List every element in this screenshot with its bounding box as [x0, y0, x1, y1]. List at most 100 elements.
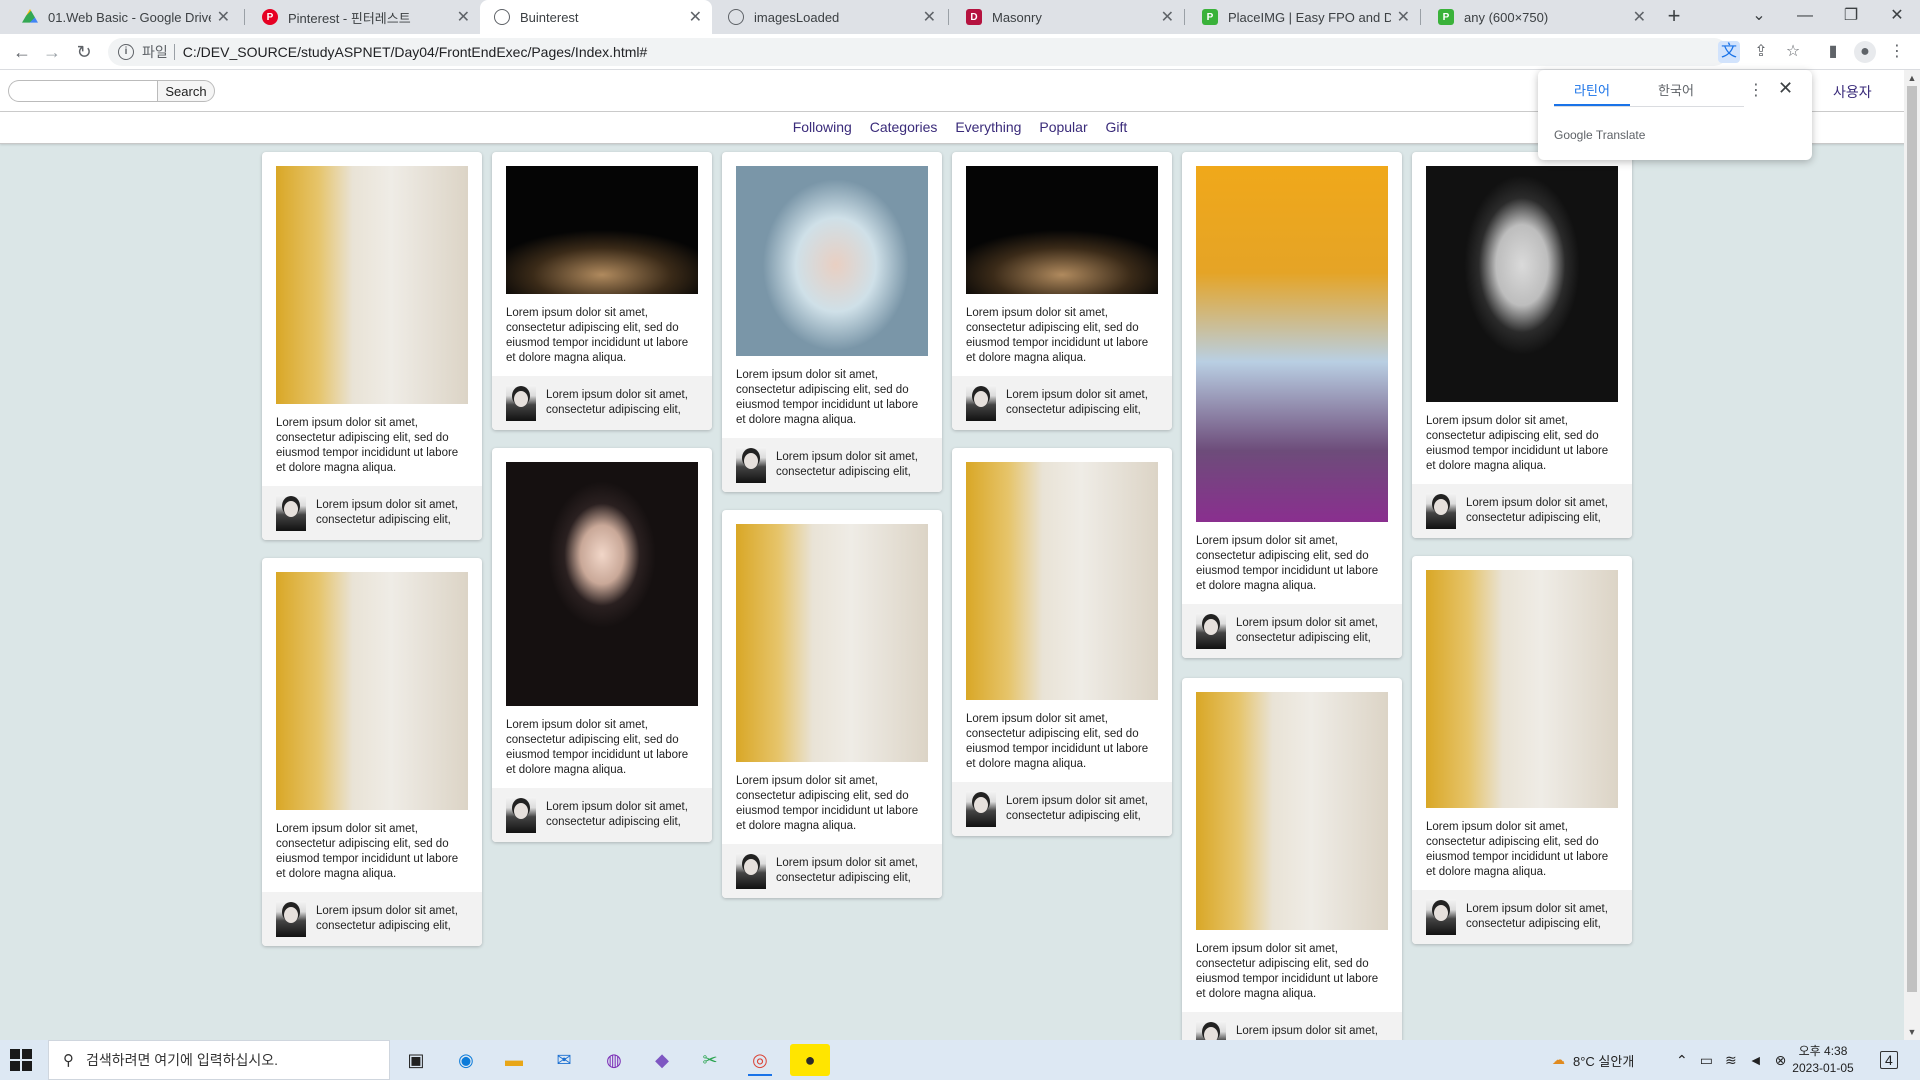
file-explorer-icon[interactable]: ▬ — [494, 1044, 534, 1076]
autumn-walk-photo[interactable] — [1426, 570, 1618, 808]
close-icon[interactable]: ✕ — [1161, 7, 1174, 27]
new-tab-button[interactable]: + — [1660, 4, 1688, 30]
menu-icon[interactable]: ⋮ — [1886, 41, 1908, 63]
pin-card[interactable]: Lorem ipsum dolor sit amet, consectetur … — [492, 448, 712, 842]
pin-card[interactable]: Lorem ipsum dolor sit amet, consectetur … — [1412, 556, 1632, 944]
tab-title: Pinterest - 핀터레스트 — [288, 10, 411, 26]
close-icon[interactable]: ✕ — [1633, 7, 1646, 27]
info-icon[interactable]: i — [118, 44, 134, 60]
translate-icon[interactable]: 文 — [1718, 41, 1740, 63]
edge-icon[interactable]: ◉ — [446, 1044, 486, 1076]
weather-widget[interactable]: ☁ 8°C 실안개 — [1552, 1040, 1634, 1080]
pin-card[interactable]: Lorem ipsum dolor sit amet, consectetur … — [722, 152, 942, 492]
share-icon[interactable]: ⇪ — [1750, 41, 1772, 63]
reload-button[interactable]: ↻ — [72, 40, 96, 64]
scroll-up-arrow[interactable]: ▲ — [1904, 70, 1920, 86]
autumn-walk-photo[interactable] — [966, 462, 1158, 700]
pin-card[interactable]: Lorem ipsum dolor sit amet, consectetur … — [722, 510, 942, 898]
wifi-icon[interactable]: ≋ — [1725, 1052, 1737, 1069]
pin-description: Lorem ipsum dolor sit amet, consectetur … — [1426, 821, 1609, 878]
scroll-down-arrow[interactable]: ▼ — [1904, 1024, 1920, 1040]
tab-masonry[interactable]: D Masonry ✕ — [952, 0, 1184, 34]
url-text[interactable]: C:/DEV_SOURCE/studyASPNET/Day04/FrontEnd… — [183, 44, 648, 60]
autumn-walk-photo[interactable] — [736, 524, 928, 762]
avatar — [276, 495, 306, 531]
paint-icon[interactable]: ✂ — [690, 1044, 730, 1076]
clock-time: 오후 4:38 — [1798, 1044, 1848, 1058]
tab-buinterest[interactable]: Buinterest ✕ — [480, 0, 712, 34]
tab-imagesloaded[interactable]: imagesLoaded ✕ — [714, 0, 946, 34]
pin-card[interactable]: Lorem ipsum dolor sit amet, consectetur … — [262, 152, 482, 540]
user-link[interactable]: 사용자 — [1833, 82, 1872, 102]
autumn-walk-photo[interactable] — [276, 166, 468, 404]
nav-categories[interactable]: Categories — [870, 119, 938, 135]
forward-button[interactable]: → — [40, 40, 64, 64]
autumn-walk-photo[interactable] — [276, 572, 468, 810]
search-input[interactable] — [8, 80, 158, 102]
bookmark-star-icon[interactable]: ☆ — [1782, 41, 1804, 63]
tab-pinterest[interactable]: P Pinterest - 핀터레스트 ✕ — [248, 0, 480, 34]
nav-everything[interactable]: Everything — [955, 119, 1021, 135]
taskbar-search-placeholder: 검색하려면 여기에 입력하십시오. — [86, 1052, 278, 1068]
tab-placeimg[interactable]: P PlaceIMG | Easy FPO and Dumm ✕ — [1188, 0, 1420, 34]
close-icon[interactable]: ✕ — [689, 7, 702, 27]
night-bicycle-photo[interactable] — [966, 166, 1158, 294]
pin-card[interactable]: Lorem ipsum dolor sit amet, consectetur … — [1182, 152, 1402, 658]
close-window-button[interactable]: ✕ — [1874, 0, 1920, 34]
nav-popular[interactable]: Popular — [1039, 119, 1087, 135]
target-language-tab[interactable]: 한국어 — [1636, 80, 1716, 106]
pin-card[interactable]: Lorem ipsum dolor sit amet, consectetur … — [1182, 678, 1402, 1066]
mail-icon[interactable]: ✉ — [544, 1044, 584, 1076]
address-bar[interactable]: i 파일 C:/DEV_SOURCE/studyASPNET/Day04/Fro… — [108, 38, 1728, 66]
search-button[interactable]: Search — [157, 80, 215, 102]
kakaotalk-icon[interactable]: ● — [790, 1044, 830, 1076]
bw-portrait-photo[interactable] — [1426, 166, 1618, 402]
more-options-icon[interactable]: ⋮ — [1748, 80, 1764, 100]
dark-hair-portrait-photo[interactable] — [506, 462, 698, 706]
app-icon[interactable]: ◍ — [594, 1044, 634, 1076]
back-button[interactable]: ← — [10, 40, 34, 64]
visual-studio-icon[interactable]: ◆ — [642, 1044, 682, 1076]
pin-footer: Lorem ipsum dolor sit amet, consectetur … — [262, 892, 482, 946]
pin-footer: Lorem ipsum dolor sit amet, consectetur … — [492, 376, 712, 430]
chrome-icon[interactable]: ◎ — [740, 1044, 780, 1076]
pin-card[interactable]: Lorem ipsum dolor sit amet, consectetur … — [952, 448, 1172, 836]
source-language-tab[interactable]: 라틴어 — [1554, 80, 1630, 106]
taskbar: ⚲ 검색하려면 여기에 입력하십시오. ▣ ◉ ▬ ✉ ◍ ◆ ✂ ◎ ● ☁ … — [0, 1040, 1920, 1080]
pin-card[interactable]: Lorem ipsum dolor sit amet, consectetur … — [952, 152, 1172, 430]
windows-start-button[interactable] — [10, 1049, 32, 1071]
tab-search-button[interactable]: ⌄ — [1736, 0, 1782, 34]
pin-card[interactable]: Lorem ipsum dolor sit amet, consectetur … — [1412, 152, 1632, 538]
close-icon[interactable]: ✕ — [923, 7, 936, 27]
night-bicycle-photo[interactable] — [506, 166, 698, 294]
tab-google-drive[interactable]: 01.Web Basic - Google Drive ✕ — [8, 0, 240, 34]
pin-card[interactable]: Lorem ipsum dolor sit amet, consectetur … — [262, 558, 482, 946]
profile-icon[interactable]: ● — [1854, 41, 1876, 63]
minimize-button[interactable]: — — [1782, 0, 1828, 34]
chevron-up-icon[interactable]: ⌃ — [1676, 1052, 1688, 1069]
tab-placeimg-any[interactable]: P any (600×750) ✕ — [1424, 0, 1656, 34]
restore-button[interactable]: ❐ — [1828, 0, 1874, 34]
scrollbar-thumb[interactable] — [1907, 86, 1917, 992]
blonde-portrait-photo[interactable] — [736, 166, 928, 356]
notification-icon[interactable]: 4 — [1880, 1040, 1898, 1080]
avatar — [966, 385, 996, 421]
pin-card[interactable]: Lorem ipsum dolor sit amet, consectetur … — [492, 152, 712, 430]
clock[interactable]: 오후 4:38 2023-01-05 — [1778, 1043, 1868, 1077]
close-icon[interactable]: ✕ — [1778, 78, 1793, 99]
nav-following[interactable]: Following — [793, 119, 852, 135]
notification-count: 4 — [1880, 1051, 1898, 1069]
side-panel-icon[interactable]: ▮ — [1822, 41, 1844, 63]
google-drive-icon — [22, 9, 38, 23]
close-icon[interactable]: ✕ — [457, 7, 470, 27]
close-icon[interactable]: ✕ — [217, 7, 230, 27]
nav-gift[interactable]: Gift — [1106, 119, 1128, 135]
task-view-icon[interactable]: ▣ — [396, 1044, 436, 1076]
tab-separator — [244, 9, 245, 25]
volume-icon[interactable]: ◄ — [1749, 1052, 1763, 1068]
network-icon[interactable]: ▭ — [1700, 1052, 1713, 1069]
close-icon[interactable]: ✕ — [1397, 7, 1410, 27]
taskbar-search[interactable]: ⚲ 검색하려면 여기에 입력하십시오. — [48, 1040, 390, 1080]
costume-performer-photo[interactable] — [1196, 166, 1388, 522]
autumn-walk-photo[interactable] — [1196, 692, 1388, 930]
